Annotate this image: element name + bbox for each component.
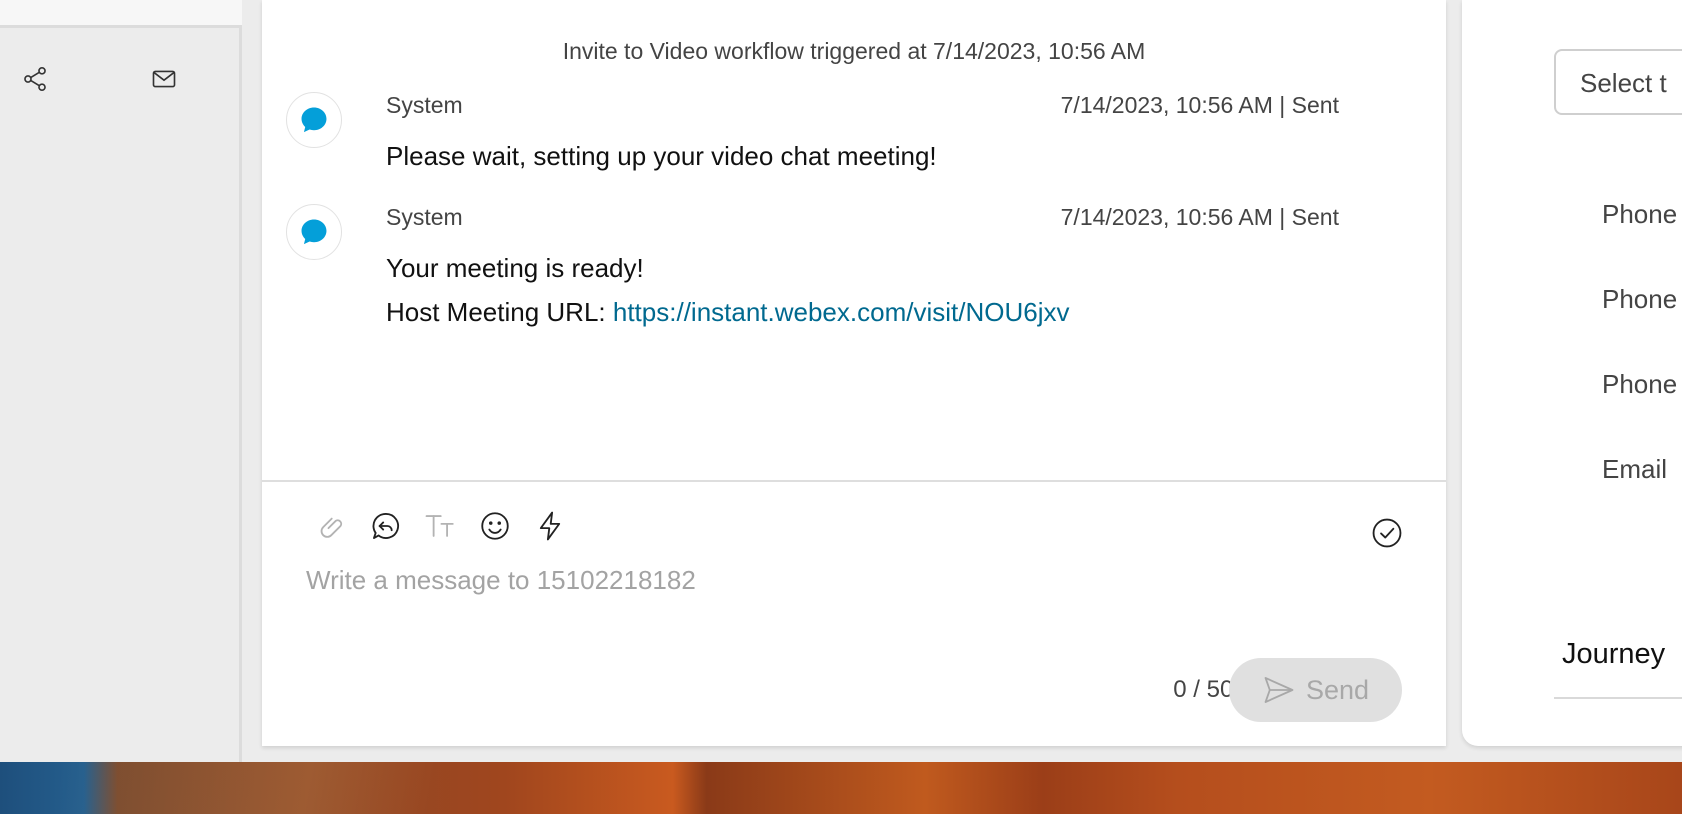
chat-bubble-icon bbox=[301, 107, 327, 133]
system-avatar bbox=[286, 204, 342, 260]
check-circle-icon[interactable] bbox=[1370, 516, 1404, 550]
send-button[interactable]: Send bbox=[1229, 658, 1402, 722]
message-timestamp-status: 7/14/2023, 10:56 AM | Sent bbox=[1060, 92, 1339, 118]
message-input[interactable] bbox=[306, 560, 1386, 600]
host-url-label: Host Meeting URL: bbox=[386, 297, 613, 327]
desktop-wallpaper bbox=[0, 762, 1682, 814]
field-label-phone: Phone bbox=[1602, 369, 1678, 399]
quick-response-icon[interactable] bbox=[532, 508, 568, 544]
message-sender: System bbox=[386, 92, 463, 118]
message-sender: System bbox=[386, 204, 463, 230]
select-dropdown[interactable]: Select t bbox=[1554, 49, 1682, 115]
field-label-phone: Phone bbox=[1602, 199, 1678, 229]
reply-icon[interactable] bbox=[368, 508, 404, 544]
share-icon[interactable] bbox=[20, 64, 50, 94]
chat-bubble-icon bbox=[301, 219, 327, 245]
left-rail-top-strip bbox=[0, 0, 242, 28]
journey-divider bbox=[1554, 697, 1682, 699]
right-panel: Select t Phone Phone Phone Email Journey bbox=[1462, 0, 1682, 746]
text-format-icon[interactable] bbox=[422, 508, 458, 544]
message-body: Please wait, setting up your video chat … bbox=[386, 141, 937, 171]
field-label-phone: Phone bbox=[1602, 284, 1678, 314]
workflow-notice: Invite to Video workflow triggered at 7/… bbox=[562, 38, 1146, 64]
host-meeting-link[interactable]: https://instant.webex.com/visit/NOU6jxv bbox=[613, 297, 1070, 327]
chat-panel: Invite to Video workflow triggered at 7/… bbox=[262, 0, 1446, 746]
left-rail bbox=[0, 0, 242, 762]
message-body: Your meeting is ready! Host Meeting URL:… bbox=[386, 246, 1069, 334]
message-timestamp-status: 7/14/2023, 10:56 AM | Sent bbox=[1060, 204, 1339, 230]
chat-message: System 7/14/2023, 10:56 AM | Sent Please… bbox=[286, 92, 1426, 171]
truncated-previous-message bbox=[262, 0, 1446, 4]
attachment-icon[interactable] bbox=[314, 508, 350, 544]
composer-divider bbox=[262, 480, 1446, 482]
journey-heading[interactable]: Journey bbox=[1562, 638, 1665, 671]
chat-message: System 7/14/2023, 10:56 AM | Sent Your m… bbox=[286, 204, 1426, 327]
message-line: Host Meeting URL: https://instant.webex.… bbox=[386, 290, 1069, 334]
mail-icon[interactable] bbox=[149, 64, 179, 94]
send-icon bbox=[1264, 677, 1294, 703]
field-label-email: Email bbox=[1602, 454, 1668, 484]
emoji-icon[interactable] bbox=[477, 508, 513, 544]
send-button-label: Send bbox=[1305, 674, 1370, 705]
message-line: Your meeting is ready! bbox=[386, 253, 644, 283]
system-avatar bbox=[286, 92, 342, 148]
